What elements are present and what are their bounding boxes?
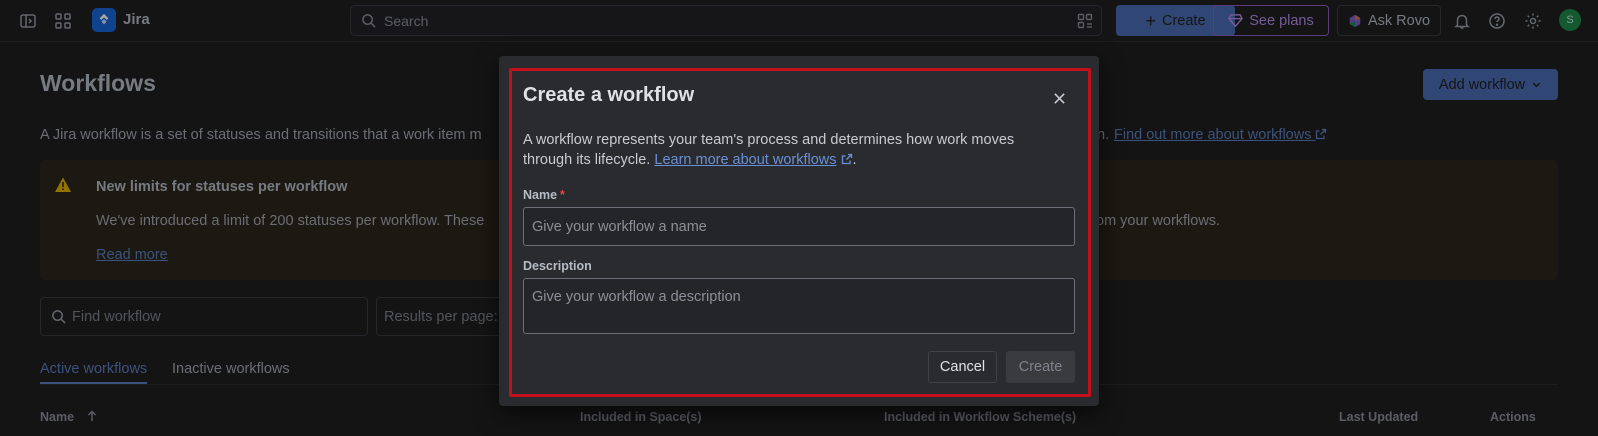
learn-more-link[interactable]: Learn more about workflows <box>654 152 836 168</box>
workflow-name-placeholder: Give your workflow a name <box>532 219 707 235</box>
dialog-description-end: . <box>852 152 857 168</box>
required-indicator: * <box>560 188 565 202</box>
dialog-description: A workflow represents your team's proces… <box>523 130 1063 170</box>
name-label-text: Name <box>523 188 558 202</box>
external-link-icon <box>841 153 852 165</box>
workflow-description-textarea[interactable]: Give your workflow a description <box>523 278 1075 334</box>
create-workflow-dialog: Create a workflow A workflow represents … <box>499 56 1099 406</box>
close-button[interactable] <box>1047 86 1071 110</box>
dialog-title: Create a workflow <box>523 84 695 106</box>
close-icon <box>1053 92 1065 104</box>
workflow-description-placeholder: Give your workflow a description <box>532 289 741 305</box>
description-field-label: Description <box>523 259 592 273</box>
workflow-name-input[interactable]: Give your workflow a name <box>523 207 1075 246</box>
cancel-button[interactable]: Cancel <box>928 351 997 383</box>
name-field-label: Name * <box>523 188 565 202</box>
create-workflow-button[interactable]: Create <box>1006 351 1075 383</box>
learn-more-link-text: Learn more about workflows <box>654 152 837 168</box>
